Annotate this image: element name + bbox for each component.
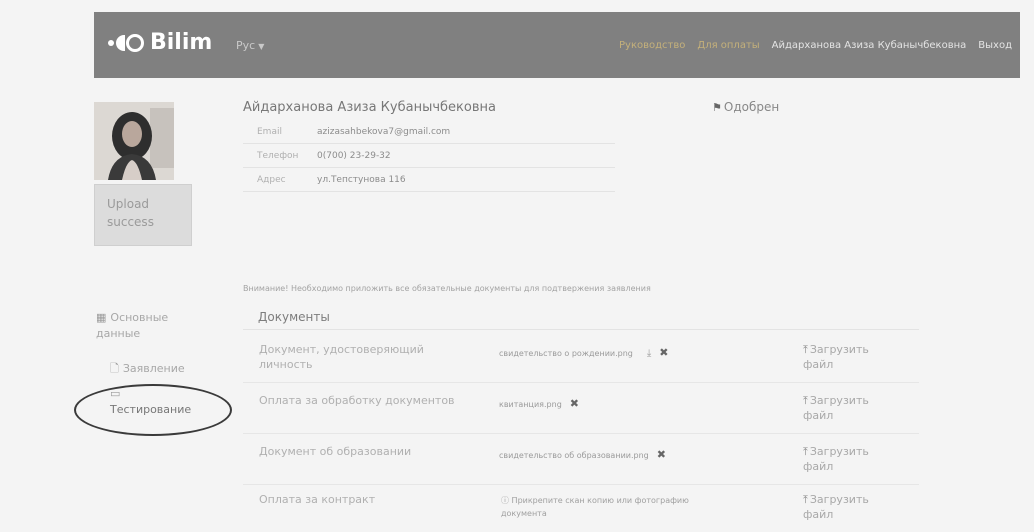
- document-hint: ⓘ Прикрепите скан копию или фотографию д…: [501, 494, 711, 520]
- applicant-full-name: Айдарханова Азиза Кубанычбековна: [243, 100, 496, 115]
- upload-file-button[interactable]: ⤒ Загрузить файл: [803, 492, 883, 522]
- file-icon: 🗋: [110, 362, 119, 375]
- info-label: Email: [243, 120, 317, 144]
- sidebar-item-application[interactable]: 🗋 Заявление: [110, 360, 185, 379]
- info-row-address: Адрес ул.Тепстунова 116: [243, 167, 615, 192]
- language-label: Рус: [236, 39, 256, 52]
- info-value: azizasahbekova7@gmail.com: [317, 120, 615, 144]
- top-navbar: Bilim Рус ▼ Руководство Для оплаты Айдарх…: [94, 12, 1020, 78]
- document-name: Оплата за обработку документов: [259, 394, 455, 407]
- nav-link-guide[interactable]: Руководство: [619, 40, 685, 51]
- nav-link-user-profile[interactable]: Айдарханова Азиза Кубанычбековна: [772, 40, 967, 51]
- upload-label-cont: файл: [803, 460, 834, 473]
- upload-label: Загрузить: [809, 493, 869, 506]
- upload-icon: ⤒: [803, 493, 808, 506]
- info-circle-icon: ⓘ: [501, 496, 509, 505]
- document-file-link[interactable]: свидетельство о рождении.png: [499, 349, 633, 358]
- hand-drawn-circle-annotation: [74, 384, 232, 436]
- document-file: свидетельство об образовании.png ✖: [499, 448, 666, 461]
- upload-file-button[interactable]: ⤒ Загрузить файл: [803, 393, 883, 423]
- info-value: ул.Тепстунова 116: [317, 167, 615, 192]
- upload-file-button[interactable]: ⤒ Загрузить файл: [803, 342, 883, 372]
- document-row-education: Документ об образовании свидетельство об…: [243, 434, 919, 485]
- remove-icon[interactable]: ✖: [659, 346, 668, 359]
- upload-label: Загрузить: [809, 343, 869, 356]
- sidebar-item-main-data[interactable]: ▦ Основные данные: [96, 310, 168, 342]
- document-name: Документ об образовании: [259, 445, 412, 458]
- upload-label-cont: файл: [803, 508, 834, 521]
- info-label: Адрес: [243, 167, 317, 192]
- nav-links: Руководство Для оплаты Айдарханова Азиза…: [619, 40, 1012, 51]
- info-row-email: Email azizasahbekova7@gmail.com: [243, 120, 615, 144]
- document-file-link[interactable]: свидетельство об образовании.png: [499, 451, 649, 460]
- divider: [243, 329, 919, 330]
- profile-photo: [94, 102, 174, 180]
- nav-link-payment[interactable]: Для оплаты: [697, 40, 759, 51]
- upload-status-box: Upload success: [94, 184, 192, 246]
- nav-link-logout[interactable]: Выход: [978, 40, 1012, 51]
- upload-status-line2: success: [107, 215, 154, 229]
- document-row-contract-payment: Оплата за контракт ⓘ Прикрепите скан коп…: [243, 482, 919, 532]
- contact-info-table: Email azizasahbekova7@gmail.com Телефон …: [243, 120, 615, 192]
- documents-title: Документы: [258, 310, 330, 324]
- status-label: Одобрен: [723, 100, 780, 114]
- document-row-identity: Документ, удостоверяющий личность свидет…: [243, 332, 919, 383]
- info-label: Телефон: [243, 143, 317, 168]
- info-value: 0(700) 23-29-32: [317, 143, 615, 168]
- id-card-icon: ▦: [96, 311, 107, 324]
- info-row-phone: Телефон 0(700) 23-29-32: [243, 143, 615, 168]
- hint-text: Прикрепите скан копию или фотографию док…: [501, 496, 689, 518]
- application-status: ⚑ Одобрен: [712, 100, 779, 114]
- remove-icon[interactable]: ✖: [570, 397, 579, 410]
- upload-file-button[interactable]: ⤒ Загрузить файл: [803, 444, 883, 474]
- sidebar-item-label: Заявление: [122, 362, 185, 375]
- document-name: Оплата за контракт: [259, 493, 376, 506]
- sidebar-item-label: Основные: [110, 311, 169, 324]
- document-row-processing-fee: Оплата за обработку документов квитанция…: [243, 383, 919, 434]
- logo-icon: [108, 33, 144, 52]
- upload-label-cont: файл: [803, 358, 834, 371]
- avatar-photo-icon: [94, 102, 174, 180]
- remove-icon[interactable]: ✖: [657, 448, 666, 461]
- brand-name: Bilim: [150, 30, 213, 55]
- document-file: свидетельство о рождении.png ⤓ ✖: [499, 346, 669, 359]
- upload-icon: ⤒: [803, 394, 808, 407]
- upload-icon: ⤒: [803, 445, 808, 458]
- upload-icon: ⤒: [803, 343, 808, 356]
- upload-label-cont: файл: [803, 409, 834, 422]
- flag-icon: ⚑: [712, 101, 722, 114]
- caret-down-icon: ▼: [258, 42, 265, 51]
- language-dropdown[interactable]: Рус ▼: [236, 39, 264, 52]
- document-name: Документ, удостоверяющий личность: [259, 343, 424, 371]
- documents-notice: Внимание! Необходимо приложить все обяза…: [243, 284, 651, 293]
- upload-status-line1: Upload: [107, 197, 150, 211]
- upload-label: Загрузить: [809, 394, 869, 407]
- document-file-link[interactable]: квитанция.png: [499, 400, 562, 409]
- document-file: квитанция.png ✖: [499, 397, 579, 410]
- brand-logo[interactable]: Bilim: [108, 30, 212, 55]
- sidebar-item-label-cont: данные: [96, 327, 141, 340]
- upload-label: Загрузить: [809, 445, 869, 458]
- download-icon[interactable]: ⤓: [647, 348, 651, 359]
